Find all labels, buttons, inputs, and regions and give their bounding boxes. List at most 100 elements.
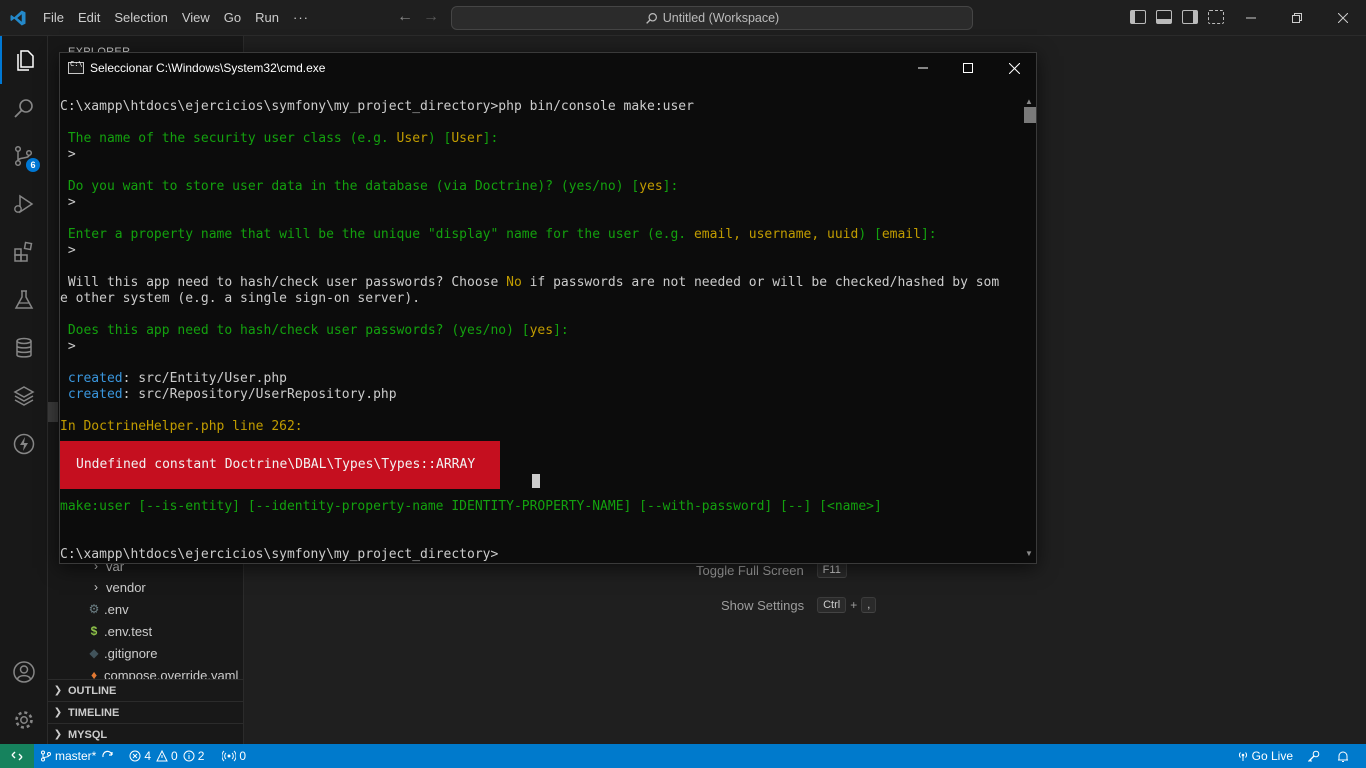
- manage-gear-icon[interactable]: [0, 696, 48, 744]
- shortcut-toggle-full-screen: Toggle Full Screen F11: [696, 562, 847, 578]
- layers-icon[interactable]: [0, 372, 48, 420]
- tree-file-env-test[interactable]: $ .env.test: [48, 620, 243, 642]
- menu-go[interactable]: Go: [217, 0, 248, 36]
- console-line: C:\xampp\htdocs\ejercicios\symfony\my_pr…: [60, 99, 694, 114]
- console-line: make:user [--is-entity] [--identity-prop…: [60, 499, 882, 514]
- vscode-logo-icon[interactable]: [0, 0, 36, 36]
- error-message-box: Undefined constant Doctrine\DBAL\Types\T…: [60, 441, 500, 489]
- menu-file[interactable]: File: [36, 0, 71, 36]
- toggle-primary-sidebar-icon[interactable]: [1130, 10, 1146, 24]
- toggle-panel-icon[interactable]: [1156, 10, 1172, 24]
- remote-indicator-icon[interactable]: [0, 744, 34, 768]
- antenna-icon: [1238, 752, 1247, 761]
- console-line: created: src/Repository/UserRepository.p…: [60, 387, 397, 402]
- console-line: Do you want to store user data in the da…: [60, 179, 679, 194]
- close-icon[interactable]: [1320, 0, 1366, 36]
- toggle-secondary-sidebar-icon[interactable]: [1182, 10, 1198, 24]
- kbd-key: Ctrl: [817, 597, 847, 613]
- dollar-icon: $: [90, 624, 98, 638]
- ports-status[interactable]: 0: [216, 744, 252, 768]
- tree-file-env[interactable]: ⚙ .env: [48, 598, 243, 620]
- go-live-button[interactable]: Go Live: [1231, 744, 1299, 768]
- timeline-section-header[interactable]: ❯ TIMELINE: [48, 701, 243, 723]
- restore-icon[interactable]: [1274, 0, 1320, 36]
- tree-folder-vendor[interactable]: › vendor: [48, 576, 243, 598]
- mysql-section-header[interactable]: ❯ MYSQL: [48, 723, 243, 744]
- problems-status[interactable]: 4 0 2: [123, 744, 210, 768]
- cmd-app-icon: C:\: [68, 60, 84, 74]
- tree-label: .gitignore: [104, 645, 158, 661]
- chevron-right-icon: ›: [94, 580, 98, 594]
- chevron-right-icon: ❯: [53, 729, 63, 740]
- account-icon[interactable]: [0, 648, 48, 696]
- cmd-title-bar[interactable]: C:\ Seleccionar C:\Windows\System32\cmd.…: [60, 53, 1036, 83]
- section-label: MYSQL: [68, 728, 108, 741]
- tree-label: .env.test: [104, 623, 153, 639]
- menu-edit[interactable]: Edit: [71, 0, 107, 36]
- run-debug-icon[interactable]: [0, 180, 48, 228]
- cmd-minimize-icon[interactable]: [900, 53, 946, 83]
- error-icon: [129, 750, 141, 762]
- sidebar-scroll-indicator[interactable]: [48, 402, 58, 422]
- scroll-up-arrow-icon[interactable]: ▲: [1022, 97, 1036, 106]
- chevron-right-icon: ❯: [53, 707, 63, 718]
- cmd-window: C:\ Seleccionar C:\Windows\System32\cmd.…: [59, 52, 1037, 564]
- search-icon[interactable]: [0, 84, 48, 132]
- outline-section-header[interactable]: ❯ OUTLINE: [48, 679, 243, 701]
- cmd-scroll-thumb[interactable]: [1024, 107, 1036, 123]
- cmd-scrollbar[interactable]: ▲ ▼: [1022, 97, 1036, 563]
- warning-icon: [156, 750, 168, 762]
- chevron-right-icon: ❯: [53, 685, 63, 696]
- cmd-maximize-icon[interactable]: [945, 53, 991, 83]
- text-cursor: [532, 474, 540, 488]
- shortcut-label: Toggle Full Screen: [696, 562, 804, 578]
- menu-run[interactable]: Run: [248, 0, 286, 36]
- title-bar: File Edit Selection View Go Run ··· ← → …: [0, 0, 1366, 36]
- tree-file-gitignore[interactable]: ◆ .gitignore: [48, 642, 243, 664]
- error-count: 4: [144, 749, 152, 763]
- back-arrow-icon[interactable]: ←: [397, 8, 413, 26]
- console-line: >: [60, 243, 76, 258]
- section-label: TIMELINE: [68, 706, 120, 719]
- accounts-key-icon[interactable]: [1299, 744, 1331, 768]
- kbd-key: F11: [816, 562, 847, 578]
- console-line: Does this app need to hash/check user pa…: [60, 323, 569, 338]
- go-live-label: Go Live: [1251, 749, 1293, 763]
- cmd-title: Seleccionar C:\Windows\System32\cmd.exe: [90, 61, 326, 75]
- forward-arrow-icon[interactable]: →: [423, 8, 439, 26]
- database-icon[interactable]: [0, 324, 48, 372]
- menu-selection[interactable]: Selection: [107, 0, 174, 36]
- git-branch-status[interactable]: master*: [34, 744, 123, 768]
- console-line: The name of the security user class (e.g…: [60, 131, 499, 146]
- console-line: >: [60, 195, 76, 210]
- sync-icon: [102, 750, 113, 758]
- console-line: >: [60, 147, 76, 162]
- extensions-icon[interactable]: [0, 228, 48, 276]
- broadcast-icon: [222, 750, 237, 762]
- warning-count: 0: [171, 749, 178, 763]
- cmd-close-icon[interactable]: [991, 53, 1037, 83]
- menu-view[interactable]: View: [175, 0, 217, 36]
- gear-icon: ⚙: [88, 602, 100, 616]
- cmd-console-output[interactable]: C:\xampp\htdocs\ejercicios\symfony\my_pr…: [60, 99, 1022, 563]
- vscode-window: File Edit Selection View Go Run ··· ← → …: [0, 0, 1366, 768]
- customize-layout-icon[interactable]: [1208, 10, 1224, 24]
- testing-flask-icon[interactable]: [0, 276, 48, 324]
- command-center-label: Untitled (Workspace): [662, 11, 780, 25]
- console-line: Enter a property name that will be the u…: [60, 227, 937, 242]
- lightning-icon[interactable]: [0, 420, 48, 468]
- menu-more[interactable]: ···: [286, 0, 316, 36]
- console-line: In DoctrineHelper.php line 262:: [60, 419, 303, 434]
- info-icon: [183, 750, 195, 762]
- notifications-bell-icon[interactable]: [1331, 744, 1366, 768]
- source-control-icon[interactable]: 6: [0, 132, 48, 180]
- ports-count: 0: [239, 749, 247, 763]
- kbd-key: ,: [861, 597, 877, 613]
- command-center-search[interactable]: Untitled (Workspace): [451, 6, 973, 30]
- shortcut-show-settings: Show Settings Ctrl + ,: [721, 597, 877, 613]
- explorer-files-icon[interactable]: [0, 36, 48, 84]
- scroll-down-arrow-icon[interactable]: ▼: [1022, 549, 1036, 558]
- console-line: created: src/Entity/User.php: [60, 371, 287, 386]
- minimize-icon[interactable]: [1228, 0, 1274, 36]
- console-line: e other system (e.g. a single sign-on se…: [60, 291, 421, 306]
